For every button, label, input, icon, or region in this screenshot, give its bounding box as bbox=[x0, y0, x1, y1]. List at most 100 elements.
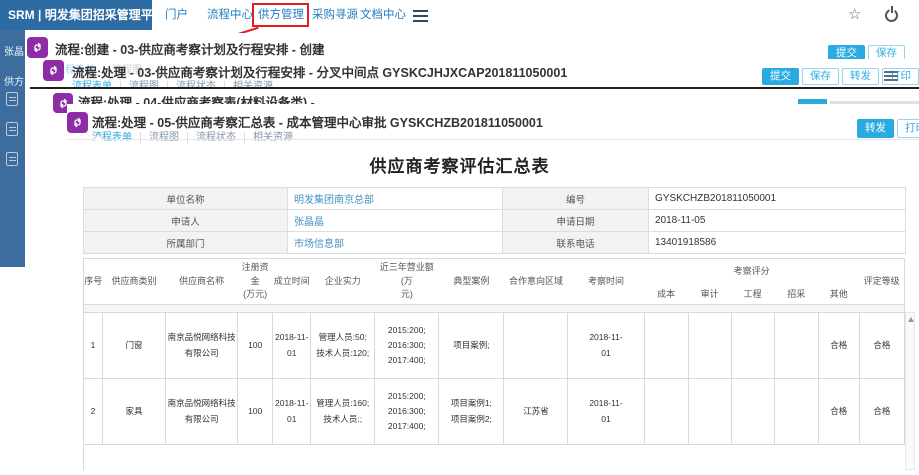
col-header-revenue: 近三年营业额(万 元) bbox=[375, 259, 439, 305]
table-cell: 门窗 bbox=[103, 313, 166, 379]
col-header-category: 供应商类别 bbox=[103, 259, 166, 305]
spacer-row bbox=[84, 305, 905, 313]
table-cell: 2018-11- 01 bbox=[273, 379, 311, 445]
forward-button[interactable]: 转发 bbox=[842, 68, 879, 85]
table-cell: 100 bbox=[238, 379, 273, 445]
col-header-strength: 企业实力 bbox=[311, 259, 375, 305]
nav-item-doc-center[interactable]: 文档中心 bbox=[360, 0, 406, 30]
table-cell: 100 bbox=[238, 313, 273, 379]
toolbar: 提交 保存 bbox=[828, 45, 905, 59]
table-cell bbox=[504, 313, 568, 379]
table-cell: 合格 bbox=[859, 313, 904, 379]
field-label-applicant: 申请人 bbox=[84, 210, 288, 232]
tab-separator-line bbox=[67, 139, 919, 140]
field-label-unit: 单位名称 bbox=[84, 188, 288, 210]
power-logout-icon[interactable] bbox=[885, 9, 898, 22]
field-value-unit[interactable]: 明发集团南京总部 bbox=[288, 188, 503, 210]
table-cell bbox=[731, 313, 774, 379]
table-cell: 项目案例1; 项目案例2; bbox=[439, 379, 504, 445]
process-flow-icon bbox=[27, 37, 48, 58]
document-icon[interactable] bbox=[6, 122, 18, 136]
table-cell: 南京品悦网络科技 有限公司 bbox=[166, 379, 238, 445]
table-cell bbox=[644, 313, 688, 379]
table-row: 2 家具 南京品悦网络科技 有限公司 100 2018-11- 01 管理人员:… bbox=[84, 379, 905, 445]
table-cell: 2015:200; 2016:300; 2017:400; bbox=[375, 379, 439, 445]
field-label-number: 编号 bbox=[503, 188, 649, 210]
process-window-handle-04: 流程:处理 - 04-供应商考察表(材料设备类) - bbox=[30, 87, 919, 104]
header-info-table: 单位名称 明发集团南京总部 编号 GYSKCHZB201811050001 申请… bbox=[83, 187, 906, 254]
tab-process-diagram[interactable]: 流程图 bbox=[140, 132, 187, 143]
list-menu-icon[interactable] bbox=[884, 71, 898, 83]
table-row: 1 门窗 南京品悦网络科技 有限公司 100 2018-11- 01 管理人员:… bbox=[84, 313, 905, 379]
app-logo: SRM | 明发集团招采管理平台 bbox=[0, 0, 152, 30]
table-cell: 1 bbox=[84, 313, 103, 379]
table-row: 申请人 张晶晶 申请日期 2018-11-05 bbox=[84, 210, 906, 232]
table-cell: 合格 bbox=[818, 379, 859, 445]
field-value-applicant[interactable]: 张晶晶 bbox=[288, 210, 503, 232]
table-cell: 管理人员:160; 技术人员:; bbox=[311, 379, 375, 445]
left-sidebar: 张晶 供方 bbox=[0, 30, 25, 267]
field-label-apply-date: 申请日期 bbox=[503, 210, 649, 232]
page-title: 供应商考察评估汇总表 bbox=[0, 152, 919, 177]
process-window-handle-03: 流程表单流程图流程状态 流程:处理 - 03-供应商考察计划及行程安排 - 分叉… bbox=[43, 59, 919, 88]
table-cell: 合格 bbox=[818, 313, 859, 379]
sidebar-user-label: 张晶 bbox=[4, 43, 24, 58]
table-cell: 管理人员:50; 技术人员:120; bbox=[311, 313, 375, 379]
table-cell: 2018-11- 01 bbox=[273, 313, 311, 379]
toolbar: 转发 打印 bbox=[857, 119, 919, 138]
nav-item-sourcing[interactable]: 采购寻源 bbox=[312, 0, 358, 30]
supplier-evaluation-table: 序号 供应商类别 供应商名称 注册资金 (万元) 成立时间 企业实力 近三年营业… bbox=[83, 258, 905, 445]
table-cell: 2015:200; 2016:300; 2017:400; bbox=[375, 313, 439, 379]
field-value-phone: 13401918586 bbox=[649, 232, 906, 254]
forward-button[interactable]: 转发 bbox=[857, 119, 894, 138]
col-header-index: 序号 bbox=[84, 259, 103, 305]
print-button[interactable]: 打印 bbox=[897, 119, 919, 138]
col-header-grade: 评定等级 bbox=[859, 259, 904, 305]
save-button[interactable]: 保存 bbox=[802, 68, 839, 85]
tab-related-resources[interactable]: 相关资源 bbox=[244, 132, 301, 143]
table-cell bbox=[774, 313, 818, 379]
col-header-supplier-name: 供应商名称 bbox=[166, 259, 238, 305]
table-cell: 项目案例; bbox=[439, 313, 504, 379]
field-value-number: GYSKCHZB201811050001 bbox=[649, 188, 906, 210]
document-icon[interactable] bbox=[6, 92, 18, 106]
process-flow-icon bbox=[67, 112, 88, 133]
table-vertical-scrollbar[interactable] bbox=[905, 312, 915, 470]
table-cell bbox=[688, 379, 731, 445]
col-header-engineering: 工程 bbox=[731, 285, 774, 305]
process-window-summary-05: 流程:处理 - 05-供应商考察汇总表 - 成本管理中心审批 GYSKCHZB2… bbox=[67, 104, 919, 475]
table-cell: 2018-11- 01 bbox=[568, 313, 644, 379]
table-cell: 2 bbox=[84, 379, 103, 445]
nav-item-portal[interactable]: 门户 bbox=[165, 0, 188, 30]
scroll-up-arrow-icon[interactable] bbox=[908, 317, 914, 322]
col-group-header-score: 考察评分 bbox=[644, 259, 859, 285]
tab-bar: 流程表单流程图流程状态相关资源 bbox=[92, 128, 301, 143]
field-value-department[interactable]: 市场信息部 bbox=[288, 232, 503, 254]
submit-button[interactable]: 提交 bbox=[828, 45, 865, 59]
submit-button[interactable]: 提交 bbox=[762, 68, 799, 85]
col-header-procurement: 招采 bbox=[774, 285, 818, 305]
col-header-audit: 审计 bbox=[688, 285, 731, 305]
field-label-phone: 联系电话 bbox=[503, 232, 649, 254]
save-button[interactable]: 保存 bbox=[868, 45, 905, 59]
col-header-founded-date: 成立时间 bbox=[273, 259, 311, 305]
process-window-create-03: 流程:创建 - 03-供应商考察计划及行程安排 - 创建 提交 保存 bbox=[27, 33, 919, 59]
field-label-department: 所属部门 bbox=[84, 232, 288, 254]
field-value-apply-date: 2018-11-05 bbox=[649, 210, 906, 232]
table-cell: 合格 bbox=[859, 379, 904, 445]
col-header-inspect-time: 考察时间 bbox=[568, 259, 644, 305]
table-row: 所属部门 市场信息部 联系电话 13401918586 bbox=[84, 232, 906, 254]
table-header-row: 序号 供应商类别 供应商名称 注册资金 (万元) 成立时间 企业实力 近三年营业… bbox=[84, 259, 905, 285]
table-cell: 江苏省 bbox=[504, 379, 568, 445]
col-header-region: 合作意向区域 bbox=[504, 259, 568, 305]
table-cell bbox=[774, 379, 818, 445]
nav-item-process-center[interactable]: 流程中心 bbox=[207, 0, 253, 30]
col-header-other: 其他 bbox=[818, 285, 859, 305]
col-header-registered-capital: 注册资金 (万元) bbox=[238, 259, 273, 305]
clipped-empty-row-border bbox=[83, 446, 84, 470]
table-cell: 南京品悦网络科技 有限公司 bbox=[166, 313, 238, 379]
menu-icon[interactable] bbox=[413, 10, 428, 25]
tab-process-status[interactable]: 流程状态 bbox=[187, 132, 244, 143]
favorite-star-icon[interactable]: ☆ bbox=[848, 5, 861, 23]
sidebar-item-supplier[interactable]: 供方 bbox=[4, 73, 24, 88]
